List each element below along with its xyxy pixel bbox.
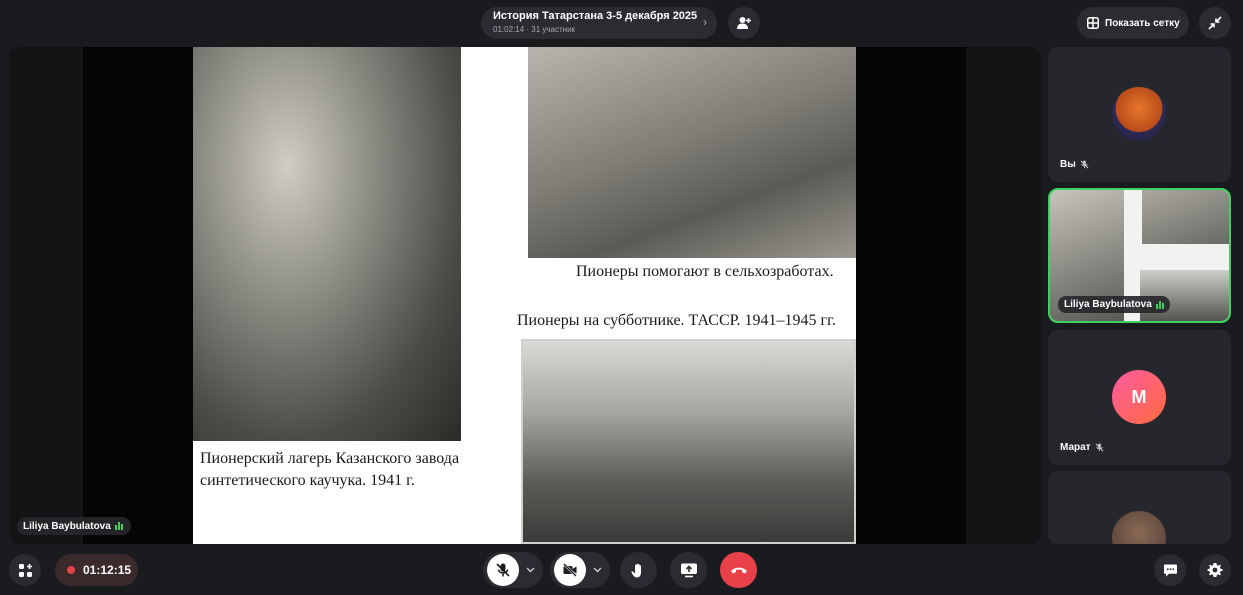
- participant-name-tag: Вы: [1060, 159, 1089, 170]
- meeting-title: История Татарстана 3-5 декабря 2025: [493, 10, 698, 22]
- grid-icon: [1087, 17, 1099, 29]
- record-dot-icon: [67, 566, 75, 574]
- camera-toggle-button[interactable]: [554, 554, 586, 586]
- share-screen-button[interactable]: [670, 552, 707, 588]
- apps-icon: [18, 563, 32, 577]
- stage-speaker-tag: Liliya Baybulatova: [17, 517, 131, 535]
- photo-avatar: [1112, 511, 1166, 544]
- apps-button[interactable]: [9, 554, 41, 586]
- show-grid-button[interactable]: Показать сетку: [1077, 7, 1189, 39]
- video-call-app: История Татарстана 3-5 декабря 2025 01:0…: [0, 0, 1243, 595]
- mic-toggle-button[interactable]: [487, 554, 519, 586]
- slide-photo-pioneer-camp: [193, 47, 461, 441]
- recording-indicator[interactable]: 01:12:15: [55, 554, 138, 586]
- share-screen-icon: [680, 563, 697, 578]
- participant-name: Вы: [1060, 159, 1076, 170]
- microphone-control: [483, 552, 543, 588]
- initial-avatar: М: [1112, 370, 1166, 424]
- mic-options-button[interactable]: [521, 567, 539, 573]
- participant-tile-partial[interactable]: [1048, 471, 1231, 544]
- slide-caption-mid-right: Пионеры на субботнике. ТАССР. 1941–1945 …: [517, 312, 836, 329]
- add-participant-button[interactable]: [728, 7, 760, 39]
- participant-name-tag: Liliya Baybulatova: [1058, 296, 1170, 313]
- add-user-icon: [737, 17, 751, 29]
- fox-avatar: [1112, 87, 1166, 141]
- speaking-indicator-icon: [114, 522, 123, 530]
- chat-icon: [1163, 564, 1177, 576]
- participant-tile-marat[interactable]: М Марат: [1048, 330, 1231, 465]
- raise-hand-button[interactable]: [620, 552, 657, 588]
- camera-options-button[interactable]: [588, 567, 606, 573]
- mic-off-icon: [496, 563, 510, 577]
- show-grid-label: Показать сетку: [1105, 17, 1180, 29]
- mic-off-icon: [1095, 443, 1104, 452]
- settings-button[interactable]: [1199, 554, 1231, 586]
- participant-tile-self[interactable]: Вы: [1048, 47, 1231, 182]
- gear-icon: [1207, 563, 1223, 577]
- stage-speaker-name: Liliya Baybulatova: [23, 520, 111, 532]
- speaking-indicator-icon: [1155, 300, 1164, 309]
- slide-caption-left: Пионерский лагерь Казанского завода синт…: [200, 450, 460, 489]
- end-call-button[interactable]: [720, 552, 757, 588]
- participant-name: Марат: [1060, 442, 1091, 453]
- slide-caption-top-right: Пионеры помогают в сельхозработах.: [576, 263, 834, 280]
- participant-name-tag: Марат: [1060, 442, 1104, 453]
- slide-photo-farm-work: [528, 47, 856, 258]
- camera-off-icon: [563, 563, 577, 577]
- screen-share-stage: Пионерский лагерь Казанского завода синт…: [9, 47, 1041, 544]
- hang-up-icon: [730, 567, 747, 574]
- chevron-down-icon: [593, 567, 601, 573]
- participant-tile-liliya[interactable]: Liliya Baybulatova: [1048, 188, 1231, 323]
- slide-photo-subbotnik: [521, 339, 856, 544]
- avatar-initial: М: [1131, 386, 1147, 407]
- mic-off-icon: [1080, 160, 1089, 169]
- meeting-subtitle: 01:02:14 · 31 участник: [493, 25, 576, 34]
- chevron-down-icon: [526, 567, 534, 573]
- raise-hand-icon: [631, 563, 641, 577]
- chevron-right-icon: ›: [703, 15, 707, 29]
- meeting-info-button[interactable]: История Татарстана 3-5 декабря 2025 01:0…: [481, 7, 717, 39]
- recording-time: 01:12:15: [83, 563, 132, 577]
- participant-name: Liliya Baybulatova: [1064, 299, 1152, 310]
- camera-control: [550, 552, 610, 588]
- chat-button[interactable]: [1154, 554, 1186, 586]
- tile-thumbnail-photo: [1142, 190, 1229, 244]
- collapse-icon: [1208, 16, 1222, 30]
- collapse-button[interactable]: [1199, 7, 1231, 39]
- presentation-slide: Пионерский лагерь Казанского завода синт…: [193, 47, 856, 544]
